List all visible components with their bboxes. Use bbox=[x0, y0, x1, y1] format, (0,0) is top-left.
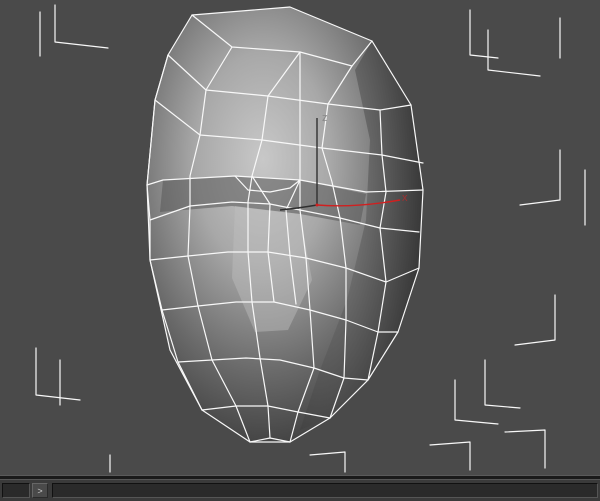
axis-label-x: x bbox=[402, 192, 408, 204]
transform-gizmo[interactable] bbox=[0, 0, 600, 475]
chevron-right-icon: > bbox=[37, 486, 42, 496]
status-bar: > bbox=[0, 479, 600, 501]
coordinate-readout[interactable] bbox=[52, 483, 598, 498]
step-forward-button[interactable]: > bbox=[32, 483, 48, 498]
perspective-viewport[interactable]: z x bbox=[0, 0, 600, 475]
axis-label-z: z bbox=[322, 112, 328, 124]
frame-number-field[interactable] bbox=[2, 483, 30, 498]
